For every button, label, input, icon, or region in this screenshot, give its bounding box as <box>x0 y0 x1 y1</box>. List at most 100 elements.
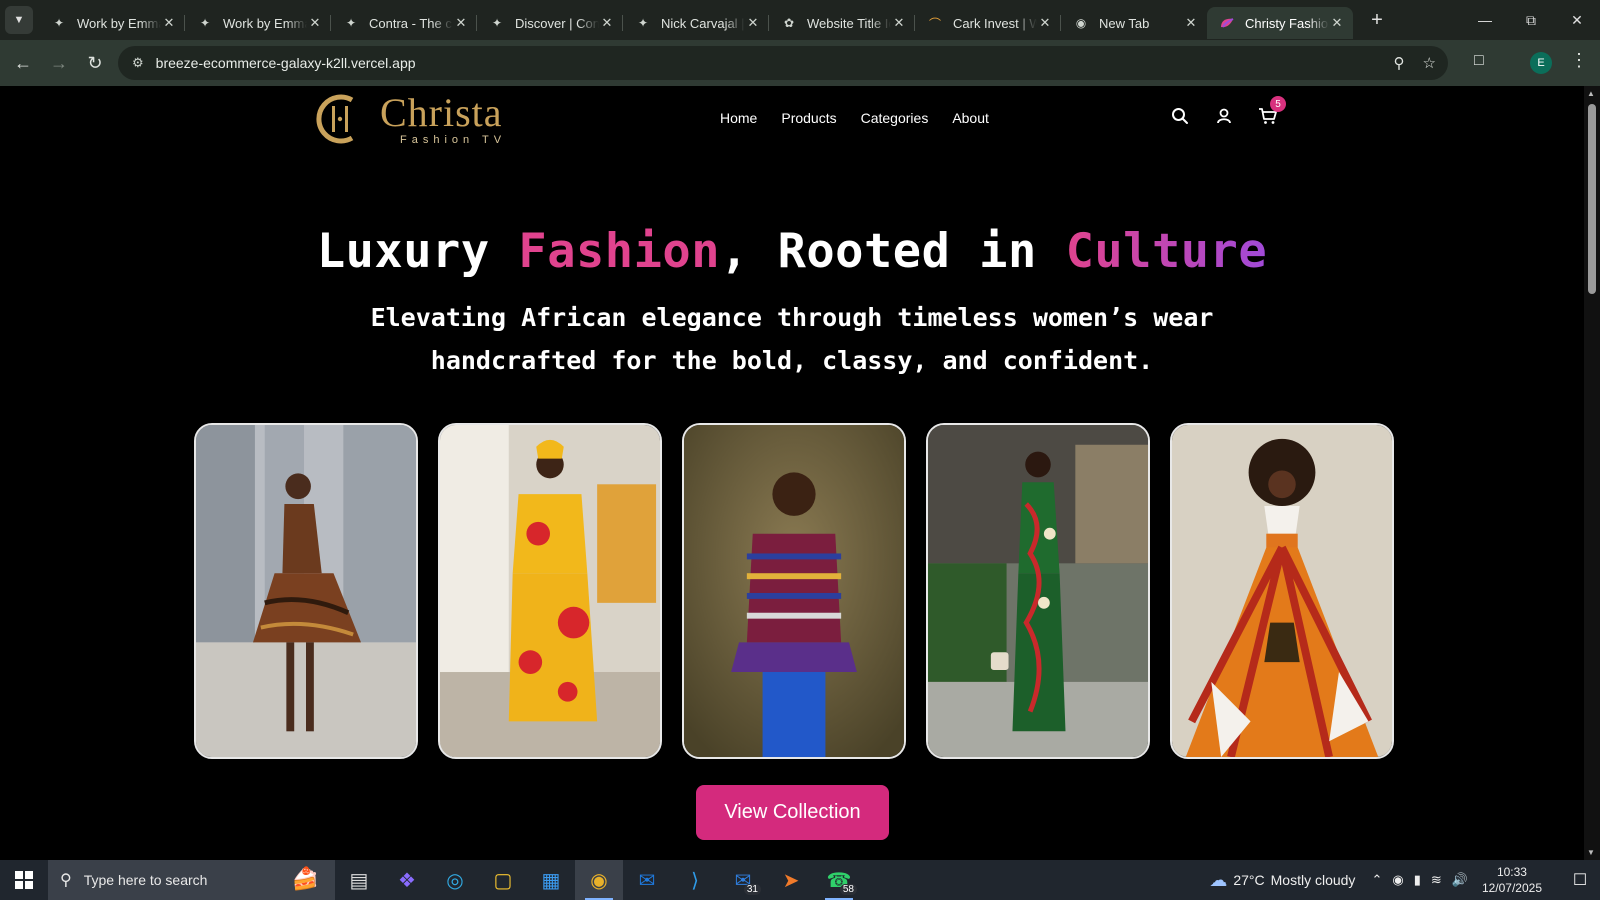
close-tab-icon[interactable]: ✕ <box>1037 15 1053 31</box>
clock[interactable]: 10:33 12/07/2025 <box>1482 864 1542 896</box>
chrome-icon: ◉ <box>1075 16 1087 30</box>
page-viewport: Christa Fashion TV Home Products Categor… <box>0 86 1584 860</box>
chevron-up-icon[interactable]: ⌃ <box>1371 872 1382 888</box>
new-tab-button[interactable]: + <box>1363 6 1391 34</box>
volume-icon[interactable]: 🔊 <box>1452 872 1468 888</box>
copilot-icon[interactable]: ❖ <box>383 860 431 900</box>
forward-arrow-icon[interactable]: → <box>42 46 76 80</box>
model-photo <box>1172 425 1392 757</box>
model-photo <box>440 425 660 757</box>
whatsapp-badge: 58 <box>839 884 857 895</box>
menu-kebab-icon[interactable]: ⋮ <box>1570 50 1588 71</box>
close-tab-icon[interactable]: ✕ <box>599 15 615 31</box>
tab-title: Work by Emma <box>223 15 307 31</box>
view-collection-button[interactable]: View Collection <box>696 785 889 840</box>
weather-desc: Mostly cloudy <box>1270 872 1356 888</box>
task-view-icon[interactable]: ▤ <box>335 860 383 900</box>
scroll-down-icon[interactable]: ▼ <box>1587 848 1595 857</box>
nav-about[interactable]: About <box>952 110 989 126</box>
taskbar-search-box[interactable]: ⚲ Type here to search 🍰 <box>48 860 335 900</box>
tab-title: Discover | Cont <box>515 15 599 31</box>
tab-search-button[interactable]: ▼ <box>5 6 33 34</box>
chrome-icon[interactable]: ◉ <box>575 860 623 900</box>
nav-products[interactable]: Products <box>781 110 836 126</box>
mail-badge: 31 <box>743 884 761 895</box>
browser-tab[interactable]: ◉ New Tab ✕ <box>1061 7 1207 39</box>
close-window-icon[interactable]: ✕ <box>1554 0 1600 40</box>
browser-toolbar: ← → ↻ ⚙ breeze-ecommerce-galaxy-k2ll.ver… <box>0 40 1600 86</box>
windows-start-icon[interactable] <box>0 860 48 900</box>
address-bar[interactable]: ⚙ breeze-ecommerce-galaxy-k2ll.vercel.ap… <box>118 46 1448 80</box>
site-icon: ⌒ <box>928 16 941 31</box>
browser-tab[interactable]: ✦ Work by Emma ✕ <box>39 7 185 39</box>
file-explorer-icon[interactable]: ▢ <box>479 860 527 900</box>
app-arrow-icon[interactable]: ➤ <box>767 860 815 900</box>
hero-subtitle-line: handcrafted for the bold, classy, and co… <box>430 346 1154 375</box>
close-tab-icon[interactable]: ✕ <box>1183 15 1199 31</box>
gallery-card[interactable] <box>682 423 906 759</box>
site-header: Christa Fashion TV Home Products Categor… <box>0 86 1584 152</box>
scrollbar-thumb[interactable] <box>1588 104 1596 294</box>
scroll-up-icon[interactable]: ▲ <box>1587 89 1595 98</box>
nav-home[interactable]: Home <box>720 110 757 126</box>
close-tab-icon[interactable]: ✕ <box>453 15 469 31</box>
mail-icon[interactable]: ✉ 31 <box>719 860 767 900</box>
site-info-icon[interactable]: ⚙ <box>132 55 144 71</box>
user-icon[interactable] <box>1214 106 1234 126</box>
restore-icon[interactable]: ⧉ <box>1508 0 1554 40</box>
close-tab-icon[interactable]: ✕ <box>161 15 177 31</box>
bookmark-star-icon[interactable]: ☆ <box>1423 54 1436 72</box>
close-tab-icon[interactable]: ✕ <box>745 15 761 31</box>
contra-icon: ✦ <box>637 16 649 30</box>
hero-title-highlight: Fashion <box>518 224 720 279</box>
contra-icon: ✦ <box>53 16 65 30</box>
hero-title: Luxury Fashion, Rooted in Culture <box>0 224 1584 279</box>
browser-tab-active[interactable]: Christy Fashion ✕ <box>1207 7 1353 39</box>
tab-title: Christy Fashion <box>1245 15 1329 31</box>
page-scrollbar[interactable]: ▲ ▼ <box>1584 86 1600 860</box>
minimize-icon[interactable]: — <box>1462 0 1508 40</box>
cart-icon[interactable]: 5 <box>1258 96 1286 126</box>
close-tab-icon[interactable]: ✕ <box>891 15 907 31</box>
vscode-icon[interactable]: ⟩ <box>671 860 719 900</box>
url-text[interactable]: breeze-ecommerce-galaxy-k2ll.vercel.app <box>156 55 416 71</box>
outlook-icon[interactable]: ✉ <box>623 860 671 900</box>
edge-icon[interactable]: ◎ <box>431 860 479 900</box>
search-icon: ⚲ <box>60 872 72 889</box>
weather-widget[interactable]: ☁ 27°C Mostly cloudy <box>1209 870 1355 891</box>
search-icon[interactable] <box>1170 106 1190 126</box>
reload-icon[interactable]: ↻ <box>78 46 112 80</box>
contra-icon: ✦ <box>491 16 503 30</box>
taskbar-search-placeholder: Type here to search <box>83 872 208 888</box>
gallery-card[interactable] <box>194 423 418 759</box>
browser-tab[interactable]: ✦ Work by Emma ✕ <box>185 7 331 39</box>
gallery-card[interactable] <box>438 423 662 759</box>
site-logo[interactable]: Christa Fashion TV <box>314 92 506 146</box>
hero-subtitle-line: Elevating African elegance through timel… <box>370 303 1214 332</box>
back-arrow-icon[interactable]: ← <box>6 46 40 80</box>
notification-icon[interactable]: ☐ <box>1560 870 1600 890</box>
gallery-card[interactable] <box>1170 423 1394 759</box>
profile-avatar[interactable]: E <box>1530 52 1552 74</box>
store-icon[interactable]: ▦ <box>527 860 575 900</box>
close-tab-icon[interactable]: ✕ <box>307 15 323 31</box>
meet-icon[interactable]: ◉ <box>1392 872 1403 888</box>
hero-subtitle: Elevating African elegance through timel… <box>322 296 1262 382</box>
wifi-icon[interactable]: ≋ <box>1431 872 1442 888</box>
browser-tab[interactable]: ✿ Website Title Ic ✕ <box>769 7 915 39</box>
window-controls: — ⧉ ✕ <box>1462 0 1600 40</box>
browser-tab[interactable]: ✦ Nick Carvajal | ✕ <box>623 7 769 39</box>
zoom-icon[interactable]: ⚲ <box>1394 54 1405 72</box>
extensions-icon[interactable]: □ <box>1474 52 1484 70</box>
whatsapp-icon[interactable]: ☎ 58 <box>815 860 863 900</box>
battery-icon[interactable]: ▮ <box>1414 872 1421 888</box>
browser-tab[interactable]: ✦ Contra - The c ✕ <box>331 7 477 39</box>
nav-categories[interactable]: Categories <box>861 110 929 126</box>
browser-tab[interactable]: ✦ Discover | Cont ✕ <box>477 7 623 39</box>
browser-tab[interactable]: ⌒ Cark Invest | W ✕ <box>915 7 1061 39</box>
cloud-icon: ☁ <box>1209 869 1228 890</box>
clock-date: 12/07/2025 <box>1481 881 1542 895</box>
close-tab-icon[interactable]: ✕ <box>1329 15 1345 31</box>
chatgpt-icon: ✿ <box>783 16 795 30</box>
gallery-card[interactable] <box>926 423 1150 759</box>
